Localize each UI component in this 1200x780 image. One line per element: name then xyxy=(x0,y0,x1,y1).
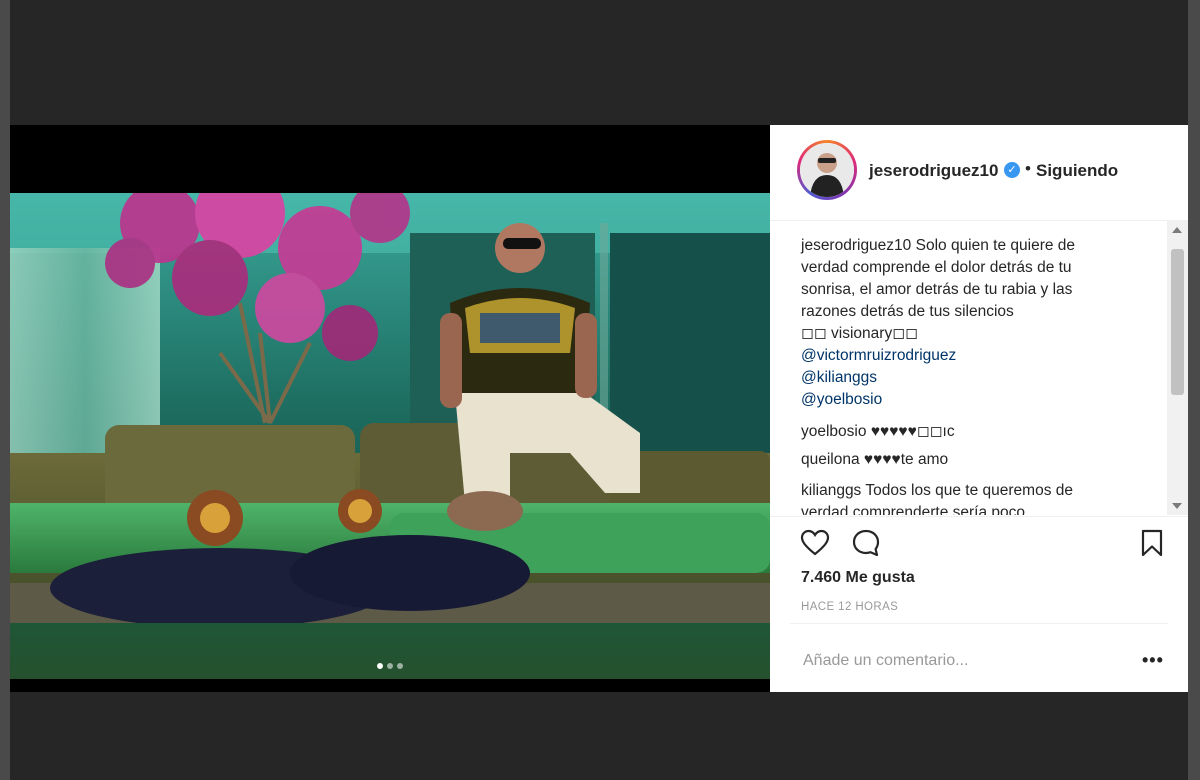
comments-scrollbar[interactable] xyxy=(1167,221,1188,515)
bookmark-icon xyxy=(1141,529,1163,557)
window-edge-right xyxy=(1188,0,1200,780)
verified-badge-icon: ✓ xyxy=(1004,162,1020,178)
carousel-dot xyxy=(377,663,383,669)
caption-first-line: jeserodriguez10 Solo quien te quiere de xyxy=(801,235,1146,257)
post-actions: 7.460 Me gusta HACE 12 HORAS xyxy=(770,516,1188,627)
caption-text: verdad comprende el dolor detrás de tu xyxy=(801,259,1072,276)
caption-text: sonrisa, el amor detrás de tu rabia y la… xyxy=(801,281,1073,298)
caption-username[interactable]: jeserodriguez10 xyxy=(801,237,911,254)
caption-mention[interactable]: @kilianggs xyxy=(801,367,1146,389)
comment-input[interactable] xyxy=(801,648,1125,674)
header-separator: • xyxy=(1025,159,1031,178)
comment-username[interactable]: queilona xyxy=(801,451,860,468)
scroll-down-arrow-icon[interactable] xyxy=(1172,503,1182,509)
following-button[interactable]: Siguiendo xyxy=(1036,161,1118,181)
comment-username[interactable]: yoelbosio xyxy=(801,423,867,440)
ellipsis-icon[interactable]: ••• xyxy=(1142,651,1164,669)
comment-item: yoelbosio ♥♥♥♥♥◻◻ıc xyxy=(801,421,955,443)
comment-text: verdad comprenderte sería poco xyxy=(801,504,1026,515)
caption-text: ◻◻ visionary◻◻ xyxy=(801,325,918,342)
like-button[interactable] xyxy=(799,527,831,559)
photo-illustration xyxy=(10,193,770,623)
likes-count[interactable]: 7.460 Me gusta xyxy=(801,569,915,587)
post-timestamp[interactable]: HACE 12 HORAS xyxy=(801,601,898,613)
caption-text: Solo quien te quiere de xyxy=(915,237,1076,254)
scroll-up-arrow-icon[interactable] xyxy=(1172,227,1182,233)
caption-mention[interactable]: @victormruizrodriguez xyxy=(801,345,1146,367)
comment-bubble-icon xyxy=(852,529,880,557)
post-panel: jeserodriguez10 ✓ • Siguiendo jeserodrig… xyxy=(770,125,1188,692)
avatar-story-ring[interactable] xyxy=(797,140,857,200)
post-photo xyxy=(10,193,770,692)
save-button[interactable] xyxy=(1136,527,1168,559)
avatar[interactable] xyxy=(800,143,854,197)
caption: jeserodriguez10 Solo quien te quiere de … xyxy=(801,235,1146,411)
scrollbar-thumb[interactable] xyxy=(1171,249,1184,395)
media-letterbox xyxy=(10,679,770,692)
comment-item: queilona ♥♥♥♥te amo xyxy=(801,449,948,471)
comment-username[interactable]: kilianggs xyxy=(801,482,861,499)
comment-text: ♥♥♥♥♥◻◻ıc xyxy=(870,423,955,440)
post-media[interactable] xyxy=(10,125,770,692)
heart-icon xyxy=(800,529,830,556)
comment-button[interactable] xyxy=(850,527,882,559)
caption-mention[interactable]: @yoelbosio xyxy=(801,389,1146,411)
add-comment-row: ••• xyxy=(790,623,1168,693)
carousel-dot xyxy=(387,663,393,669)
comments-list[interactable]: jeserodriguez10 Solo quien te quiere de … xyxy=(770,221,1168,515)
carousel-indicator xyxy=(10,663,770,669)
comment-item-continued: verdad comprenderte sería poco xyxy=(801,502,1025,515)
post-header: jeserodriguez10 ✓ • Siguiendo xyxy=(770,125,1188,221)
comment-text: Todos los que te queremos de xyxy=(865,482,1074,499)
header-username[interactable]: jeserodriguez10 xyxy=(869,161,998,181)
comment-text: ♥♥♥♥te amo xyxy=(863,451,949,468)
caption-text: razones detrás de tus silencios xyxy=(801,303,1014,320)
comment-item: kilianggs Todos los que te queremos de xyxy=(801,480,1073,502)
window-edge-left xyxy=(0,0,10,780)
carousel-dot xyxy=(397,663,403,669)
